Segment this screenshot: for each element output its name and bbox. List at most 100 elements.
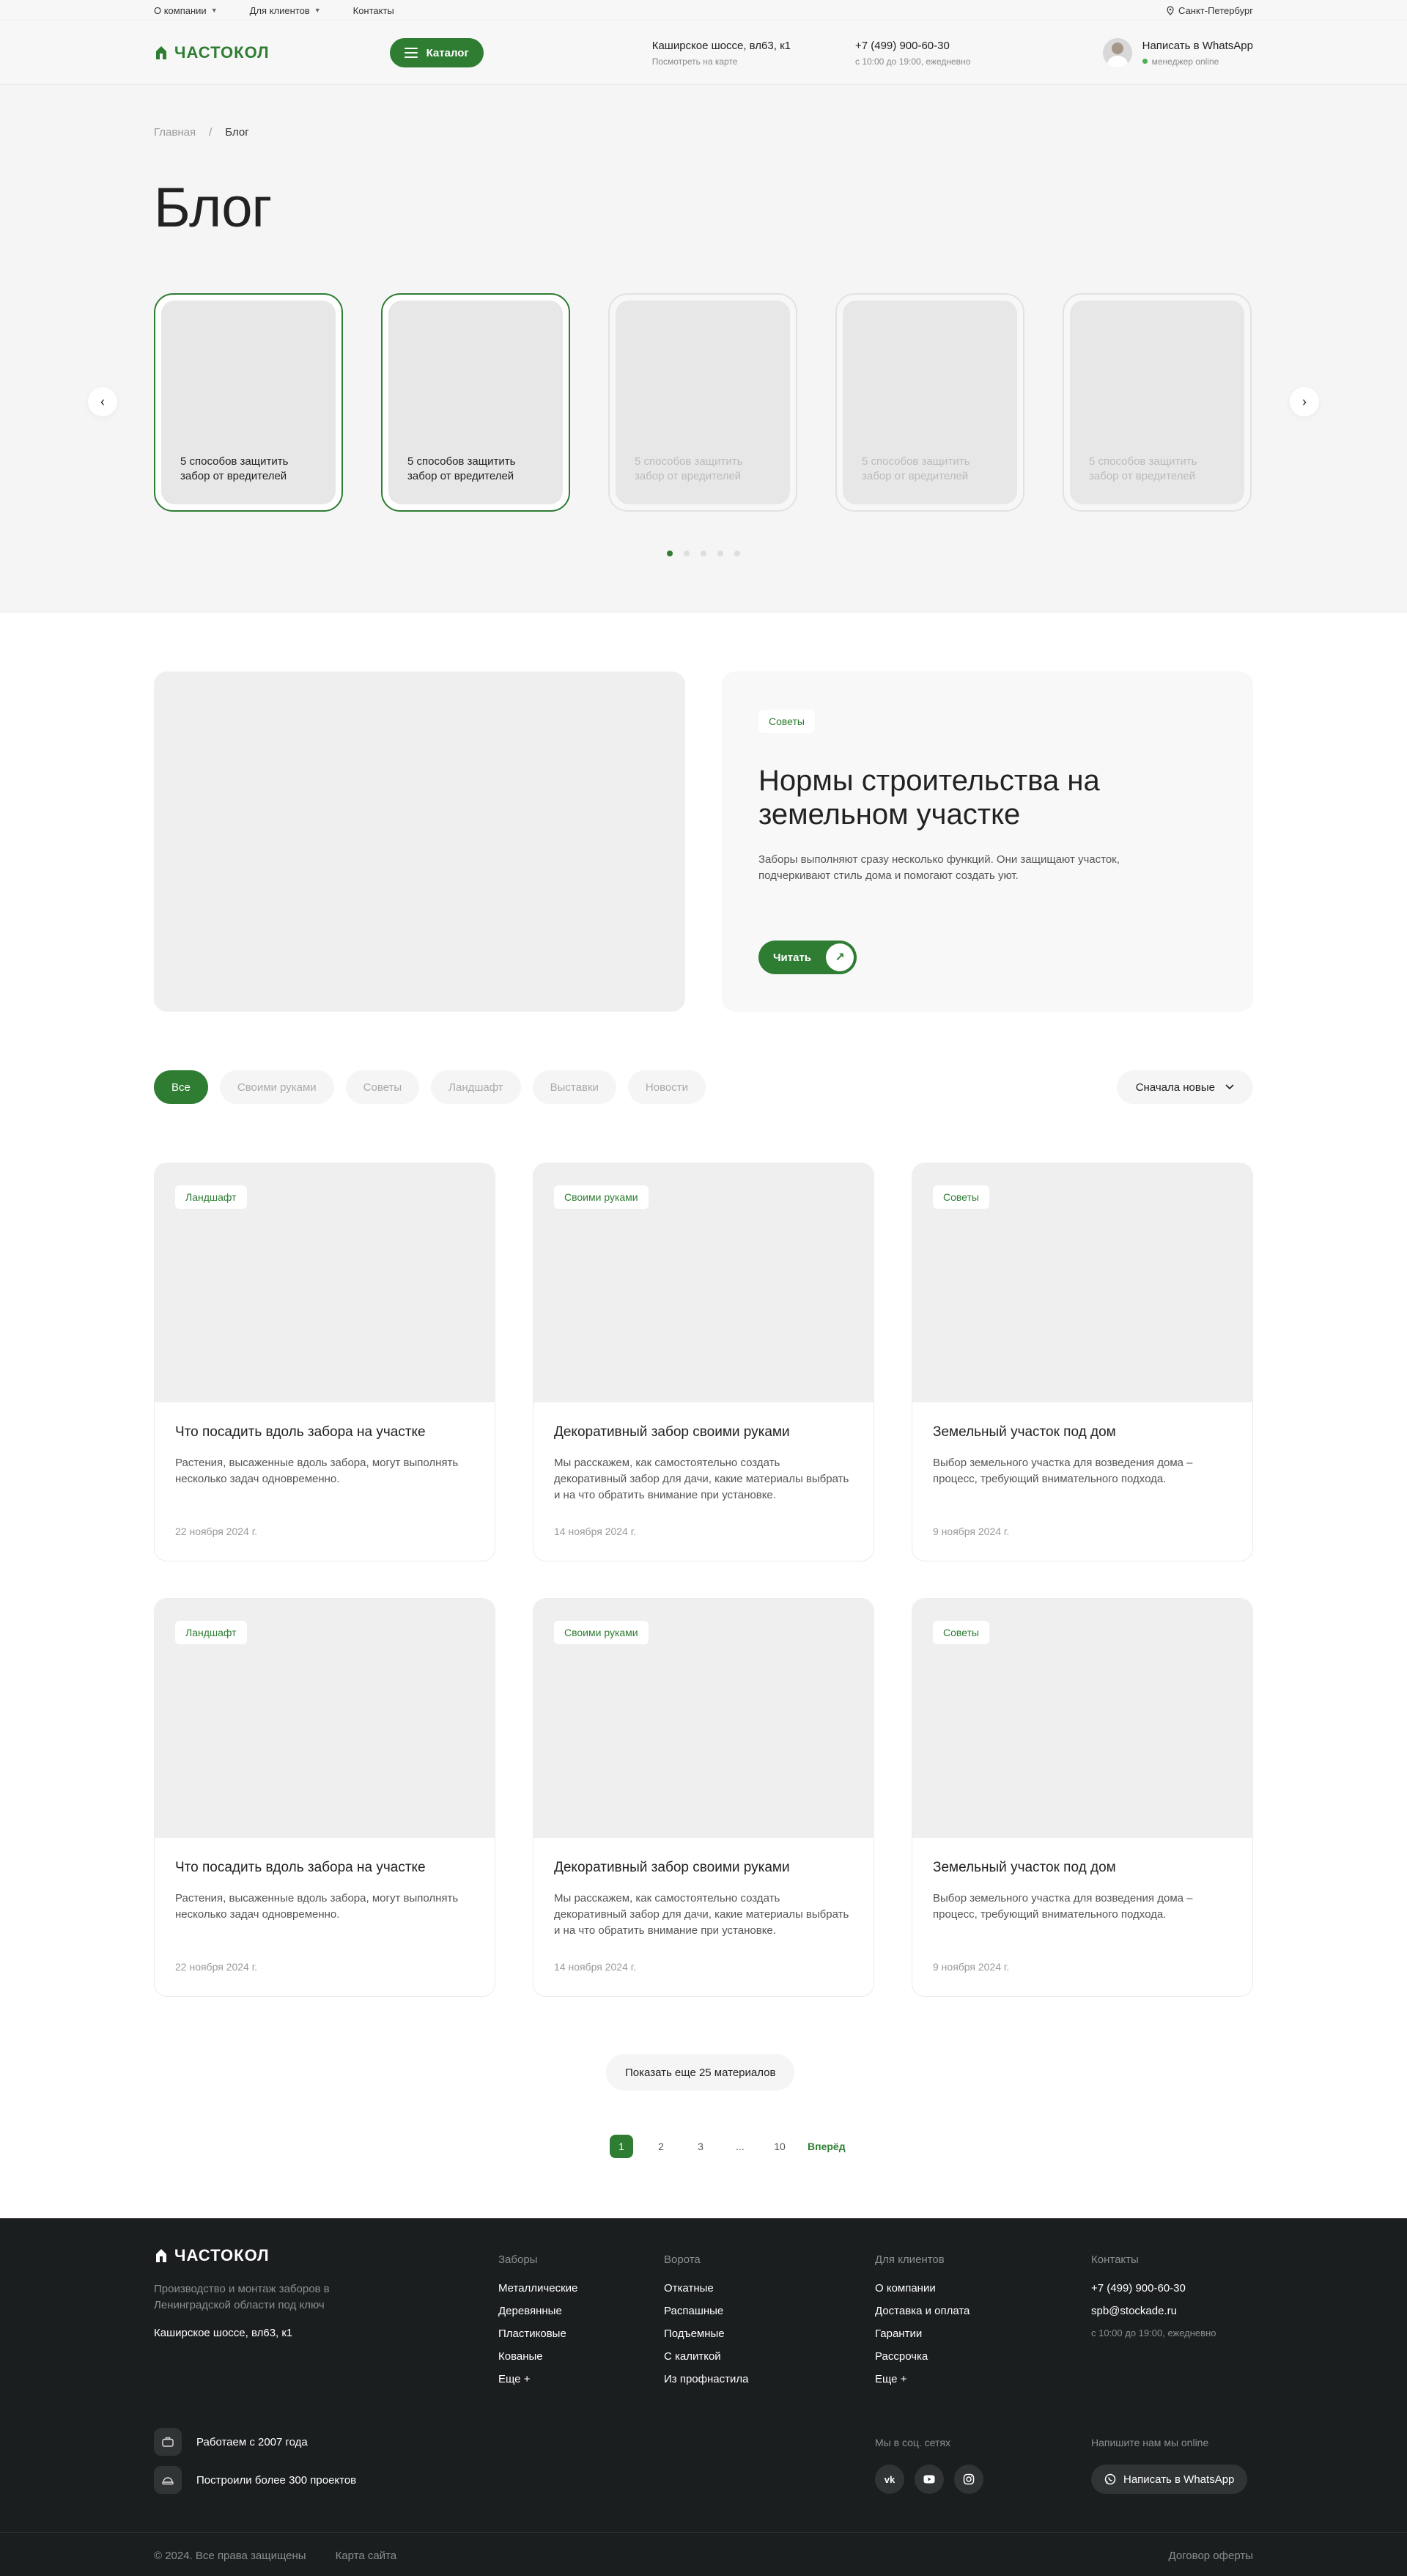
story-card[interactable]: 5 способов защитить забор от вредителей xyxy=(381,293,570,512)
footer-link[interactable]: Рассрочка xyxy=(875,2350,970,2363)
story-card[interactable]: 5 способов защитить забор от вредителей xyxy=(835,293,1024,512)
show-more-button[interactable]: Показать еще 25 материалов xyxy=(606,2054,795,2091)
footer-phone-link[interactable]: +7 (499) 900-60-30 xyxy=(1091,2282,1216,2295)
chevron-down-icon xyxy=(1225,1084,1234,1090)
helmet-icon xyxy=(154,2466,182,2494)
sort-label: Сначала новые xyxy=(1135,1081,1215,1094)
footer-link[interactable]: Пластиковые xyxy=(498,2327,577,2340)
carousel-prev-button[interactable]: ‹ xyxy=(88,387,117,416)
footer-link[interactable]: С калиткой xyxy=(664,2350,748,2363)
article-card[interactable]: Своими руками Декоративный забор своими … xyxy=(533,1598,874,1997)
carousel-dot[interactable] xyxy=(734,551,740,556)
hero: Главная / Блог Блог ‹ › 5 способов защит… xyxy=(0,85,1407,613)
sitemap-link[interactable]: Карта сайта xyxy=(336,2550,397,2562)
footer-col-title: Заборы xyxy=(498,2253,538,2266)
story-caption: 5 способов защитить забор от вредителей xyxy=(407,455,516,482)
page-link[interactable]: 10 xyxy=(768,2135,791,2158)
whatsapp-header-link[interactable]: Написать в WhatsApp менеджер online xyxy=(1102,38,1253,67)
sort-dropdown[interactable]: Сначала новые xyxy=(1116,1070,1253,1104)
featured-tag: Советы xyxy=(758,710,815,733)
topbar-link-about[interactable]: О компании ▼ xyxy=(154,5,218,16)
article-date: 9 ноября 2024 г. xyxy=(933,1961,1010,1973)
chevron-right-icon: › xyxy=(1302,394,1307,409)
map-link[interactable]: Посмотреть на карте xyxy=(652,56,791,67)
article-title: Декоративный забор своими руками xyxy=(554,1860,790,1875)
copyright: © 2024. Все права защищены xyxy=(154,2550,306,2562)
story-card[interactable]: 5 способов защитить забор от вредителей xyxy=(1063,293,1252,512)
topbar-link-clients[interactable]: Для клиентов ▼ xyxy=(250,5,321,16)
footer-link[interactable]: Доставка и оплата xyxy=(875,2305,970,2317)
whatsapp-title: Напишите нам мы online xyxy=(1091,2437,1209,2448)
story-card[interactable]: 5 способов защитить забор от вредителей xyxy=(608,293,797,512)
story-card[interactable]: 5 способов защитить забор от вредителей xyxy=(154,293,343,512)
filter-chip-news[interactable]: Новости xyxy=(627,1070,706,1104)
carousel-next-button[interactable]: › xyxy=(1290,387,1319,416)
footer-email-link[interactable]: spb@stockade.ru xyxy=(1091,2305,1216,2317)
footer-col-title: Для клиентов xyxy=(875,2253,945,2266)
footer-link[interactable]: Откатные xyxy=(664,2282,748,2295)
article-date: 14 ноября 2024 г. xyxy=(554,1961,636,1973)
article-date: 22 ноября 2024 г. xyxy=(175,1526,257,1537)
footer-more-link[interactable]: Еще + xyxy=(498,2373,577,2385)
article-image: Советы xyxy=(912,1163,1252,1402)
city-selector[interactable]: Санкт-Петербург xyxy=(1167,5,1253,16)
footer-stat-text: Построили более 300 проектов xyxy=(196,2473,357,2487)
article-tag: Советы xyxy=(933,1185,989,1209)
logo-text: ЧАСТОКОЛ xyxy=(174,2246,270,2264)
footer-link[interactable]: Из профнастила xyxy=(664,2373,748,2385)
footer-link[interactable]: Гарантии xyxy=(875,2327,970,2340)
footer-address: Каширское шоссе, вл63, к1 xyxy=(154,2327,293,2339)
offer-link[interactable]: Договор оферты xyxy=(1169,2550,1254,2562)
breadcrumb-separator: / xyxy=(209,126,213,139)
article-card[interactable]: Советы Земельный участок под дом Выбор з… xyxy=(912,1598,1253,1997)
youtube-icon[interactable] xyxy=(915,2465,944,2494)
footer-link[interactable]: Металлические xyxy=(498,2282,577,2295)
logo[interactable]: ЧАСТОКОЛ xyxy=(154,43,270,62)
breadcrumb-home[interactable]: Главная xyxy=(154,126,196,139)
article-card[interactable]: Своими руками Декоративный забор своими … xyxy=(533,1163,874,1561)
article-tag: Своими руками xyxy=(554,1621,649,1644)
filter-chip-diy[interactable]: Своими руками xyxy=(219,1070,334,1104)
address-text: Каширское шоссе, вл63, к1 xyxy=(651,39,791,52)
article-image: Ландшафт xyxy=(155,1599,495,1838)
footer-more-link[interactable]: Еще + xyxy=(875,2373,970,2385)
article-card[interactable]: Ландшафт Что посадить вдоль забора на уч… xyxy=(154,1163,495,1561)
footer-link[interactable]: Деревянные xyxy=(498,2305,577,2317)
featured-image[interactable] xyxy=(154,671,685,1012)
phone-link[interactable]: +7 (499) 900-60-30 xyxy=(855,40,970,52)
article-card[interactable]: Советы Земельный участок под дом Выбор з… xyxy=(912,1163,1253,1561)
filter-chip-tips[interactable]: Советы xyxy=(345,1070,420,1104)
footer-link[interactable]: Распашные xyxy=(664,2305,748,2317)
footer-link[interactable]: Подъемные xyxy=(664,2327,748,2340)
carousel-dot[interactable] xyxy=(684,551,690,556)
article-card[interactable]: Ландшафт Что посадить вдоль забора на уч… xyxy=(154,1598,495,1997)
page-link[interactable]: 1 xyxy=(610,2135,633,2158)
filter-chip-all[interactable]: Все xyxy=(154,1070,208,1104)
vk-icon[interactable]: vk xyxy=(875,2465,904,2494)
carousel-dot[interactable] xyxy=(701,551,706,556)
footer-description: Производство и монтаж заборов в Ленингра… xyxy=(154,2283,330,2311)
read-button-label: Читать xyxy=(773,951,812,964)
page-link[interactable]: 3 xyxy=(689,2135,712,2158)
logo-icon xyxy=(156,46,166,59)
topbar-link-contacts[interactable]: Контакты xyxy=(353,5,394,16)
read-button[interactable]: Читать ↗ xyxy=(758,941,857,974)
carousel-dot[interactable] xyxy=(717,551,723,556)
instagram-icon[interactable] xyxy=(954,2465,983,2494)
footer-divider xyxy=(0,2532,1407,2533)
footer-logo[interactable]: ЧАСТОКОЛ xyxy=(154,2246,270,2265)
carousel-dot[interactable] xyxy=(667,551,673,556)
footer-link[interactable]: Кованые xyxy=(498,2350,577,2363)
footer-link[interactable]: О компании xyxy=(875,2282,970,2295)
logo-icon xyxy=(156,2249,166,2262)
catalog-button[interactable]: Каталог xyxy=(389,38,484,67)
footer-whatsapp-button[interactable]: Написать в WhatsApp xyxy=(1091,2465,1248,2494)
next-page-link[interactable]: Вперёд xyxy=(808,2141,846,2152)
filter-chip-exhibitions[interactable]: Выставки xyxy=(532,1070,616,1104)
filter-chip-landscape[interactable]: Ландшафт xyxy=(431,1070,521,1104)
article-title: Что посадить вдоль забора на участке xyxy=(175,1860,426,1875)
page-link[interactable]: 2 xyxy=(649,2135,673,2158)
menu-icon xyxy=(404,48,418,58)
footer-hours: с 10:00 до 19:00, ежедневно xyxy=(1091,2327,1216,2338)
chevron-left-icon: ‹ xyxy=(100,394,105,409)
